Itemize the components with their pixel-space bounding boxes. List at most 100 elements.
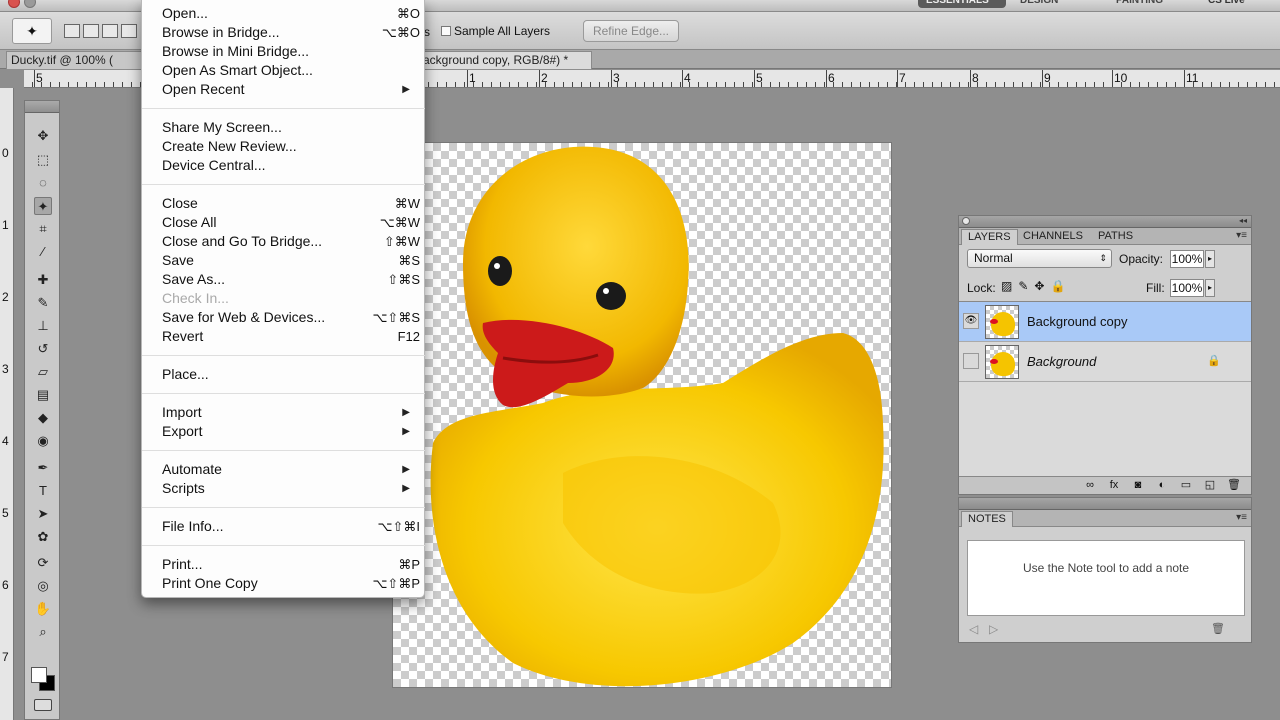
eye-icon[interactable]: 👁	[963, 313, 979, 329]
crop-tool-icon[interactable]: ⌗	[34, 220, 52, 238]
trash-icon[interactable]: 🗑	[1227, 477, 1241, 494]
close-panel-icon[interactable]	[962, 217, 970, 225]
add-to-selection-icon[interactable]	[83, 24, 99, 38]
lock-position-icon[interactable]: ✥	[1034, 279, 1044, 293]
type-tool-icon[interactable]: T	[34, 482, 52, 500]
menu-item-browse-in-mini-bridge[interactable]: Browse in Mini Bridge...	[162, 42, 420, 61]
close-window-icon[interactable]	[8, 0, 20, 8]
menu-item-place[interactable]: Place...	[162, 365, 420, 384]
menu-item-automate[interactable]: Automate ▶	[162, 460, 420, 479]
intersect-selection-icon[interactable]	[121, 24, 137, 38]
workspace-essentials[interactable]: ESSENTIALS	[918, 0, 1006, 8]
move-tool-icon[interactable]: ✥	[34, 127, 52, 145]
menu-item-device-central[interactable]: Device Central...	[162, 156, 420, 175]
menu-item-revert[interactable]: Revert F12	[162, 327, 420, 346]
menu-item-close-all[interactable]: Close All ⌥⌘W	[162, 213, 420, 232]
new-group-icon[interactable]: ▭	[1179, 477, 1193, 494]
quick-mask-icon[interactable]	[34, 699, 52, 711]
pen-tool-icon[interactable]: ✒	[34, 459, 52, 477]
menu-item-file-info[interactable]: File Info... ⌥⇧⌘I	[162, 517, 420, 536]
eye-hidden-icon[interactable]	[963, 353, 979, 369]
path-selection-icon[interactable]: ➤	[34, 505, 52, 523]
new-layer-icon[interactable]: ◱	[1203, 477, 1217, 494]
fill-input[interactable]: 100%	[1170, 279, 1204, 297]
menu-item-close[interactable]: Close ⌘W	[162, 194, 420, 213]
document-canvas[interactable]	[392, 142, 892, 688]
shape-tool-icon[interactable]: ✿	[34, 528, 52, 546]
brush-tool-icon[interactable]: ✎	[34, 294, 52, 312]
menu-item-browse-in-bridge[interactable]: Browse in Bridge... ⌥⌘O	[162, 23, 420, 42]
fill-slider-arrow[interactable]: ▸	[1205, 279, 1215, 297]
dodge-tool-icon[interactable]: ◉	[34, 432, 52, 450]
menu-item-open-recent[interactable]: Open Recent ▶	[162, 80, 420, 99]
workspace-design[interactable]: DESIGN	[1012, 0, 1066, 8]
subtract-from-selection-icon[interactable]	[102, 24, 118, 38]
tab-background-copy[interactable]: ackground copy, RGB/8#) *	[420, 51, 592, 69]
foreground-color-swatch[interactable]	[31, 667, 47, 683]
next-note-icon[interactable]: ▷	[989, 622, 998, 636]
layer-row-background-copy[interactable]: 👁 Background copy	[959, 302, 1251, 342]
lock-all-icon[interactable]: 🔒	[1050, 279, 1065, 293]
3d-orbit-icon[interactable]: ◎	[34, 577, 52, 595]
eyedropper-tool-icon[interactable]: ⁄	[34, 243, 52, 261]
notes-panel-titlebar[interactable]	[959, 498, 1251, 510]
menu-item-save[interactable]: Save ⌘S	[162, 251, 420, 270]
menu-item-share-my-screen[interactable]: Share My Screen...	[162, 118, 420, 137]
new-selection-icon[interactable]	[64, 24, 80, 38]
healing-brush-icon[interactable]: ✚	[34, 271, 52, 289]
menu-item-open[interactable]: Open... ⌘O	[162, 4, 420, 23]
tab-channels[interactable]: CHANNELS	[1017, 229, 1089, 245]
blur-tool-icon[interactable]: ◆	[34, 409, 52, 427]
menu-item-save-for-web-devices[interactable]: Save for Web & Devices... ⌥⇧⌘S	[162, 308, 420, 327]
refine-edge-button[interactable]: Refine Edge...	[583, 20, 679, 42]
add-mask-icon[interactable]: ◙	[1131, 477, 1145, 494]
blend-mode-select[interactable]: Normal ⇕	[967, 249, 1112, 268]
notes-area[interactable]: Use the Note tool to add a note	[967, 540, 1245, 616]
tools-panel-header[interactable]	[25, 101, 59, 113]
link-layers-icon[interactable]: ∞	[1083, 477, 1097, 494]
cs-live-button[interactable]: CS Live	[1200, 0, 1253, 8]
trash-icon[interactable]: 🗑	[1211, 622, 1225, 635]
menu-item-print[interactable]: Print... ⌘P	[162, 555, 420, 574]
clone-stamp-icon[interactable]: ⊥	[34, 317, 52, 335]
minimize-window-icon[interactable]	[24, 0, 36, 8]
menu-item-label: File Info...	[162, 518, 224, 534]
panel-menu-icon[interactable]: ▾≡	[1236, 512, 1247, 523]
opacity-input[interactable]: 100%	[1170, 250, 1204, 268]
history-brush-icon[interactable]: ↺	[34, 340, 52, 358]
layers-panel-titlebar[interactable]: ◂◂	[959, 216, 1251, 228]
tool-preset-picker[interactable]: ✦	[12, 18, 52, 44]
collapse-panel-icon[interactable]: ◂◂	[1239, 217, 1247, 225]
lock-transparent-icon[interactable]: ▨	[1001, 279, 1012, 293]
menu-item-create-new-review[interactable]: Create New Review...	[162, 137, 420, 156]
sample-all-layers-checkbox[interactable]: Sample All Layers	[441, 24, 550, 38]
menu-item-scripts[interactable]: Scripts ▶	[162, 479, 420, 498]
magic-wand-tool-icon[interactable]: ✦	[34, 197, 52, 215]
tab-layers[interactable]: LAYERS	[961, 229, 1018, 245]
tab-notes[interactable]: NOTES	[961, 511, 1013, 527]
menu-item-close-and-go-to-bridge[interactable]: Close and Go To Bridge... ⇧⌘W	[162, 232, 420, 251]
menu-item-import[interactable]: Import ▶	[162, 403, 420, 422]
eraser-tool-icon[interactable]: ▱	[34, 363, 52, 381]
gradient-tool-icon[interactable]: ▤	[34, 386, 52, 404]
previous-note-icon[interactable]: ◁	[969, 622, 978, 636]
lock-pixels-icon[interactable]: ✎	[1018, 279, 1028, 293]
menu-item-open-as-smart-object[interactable]: Open As Smart Object...	[162, 61, 420, 80]
zoom-tool-icon[interactable]: ⌕	[34, 623, 52, 641]
menu-item-print-one-copy[interactable]: Print One Copy ⌥⇧⌘P	[162, 574, 420, 593]
workspace-painting[interactable]: PAINTING	[1108, 0, 1171, 8]
layer-row-background[interactable]: Background 🔒	[959, 342, 1251, 382]
menu-item-save-as[interactable]: Save As... ⇧⌘S	[162, 270, 420, 289]
marquee-tool-icon[interactable]: ⬚	[34, 151, 52, 169]
adjustment-layer-icon[interactable]: ◐	[1155, 477, 1169, 494]
opacity-slider-arrow[interactable]: ▸	[1205, 250, 1215, 268]
layer-style-icon[interactable]: fx	[1107, 477, 1121, 494]
panel-menu-icon[interactable]: ▾≡	[1236, 230, 1247, 241]
3d-rotate-icon[interactable]: ⟳	[34, 554, 52, 572]
tab-ducky[interactable]: Ducky.tif @ 100% (	[6, 51, 142, 69]
hand-tool-icon[interactable]: ✋	[34, 600, 52, 618]
menu-item-export[interactable]: Export ▶	[162, 422, 420, 441]
tab-paths[interactable]: PATHS	[1092, 229, 1139, 245]
checkbox-box[interactable]	[441, 26, 451, 36]
lasso-tool-icon[interactable]: ◌	[34, 174, 52, 192]
